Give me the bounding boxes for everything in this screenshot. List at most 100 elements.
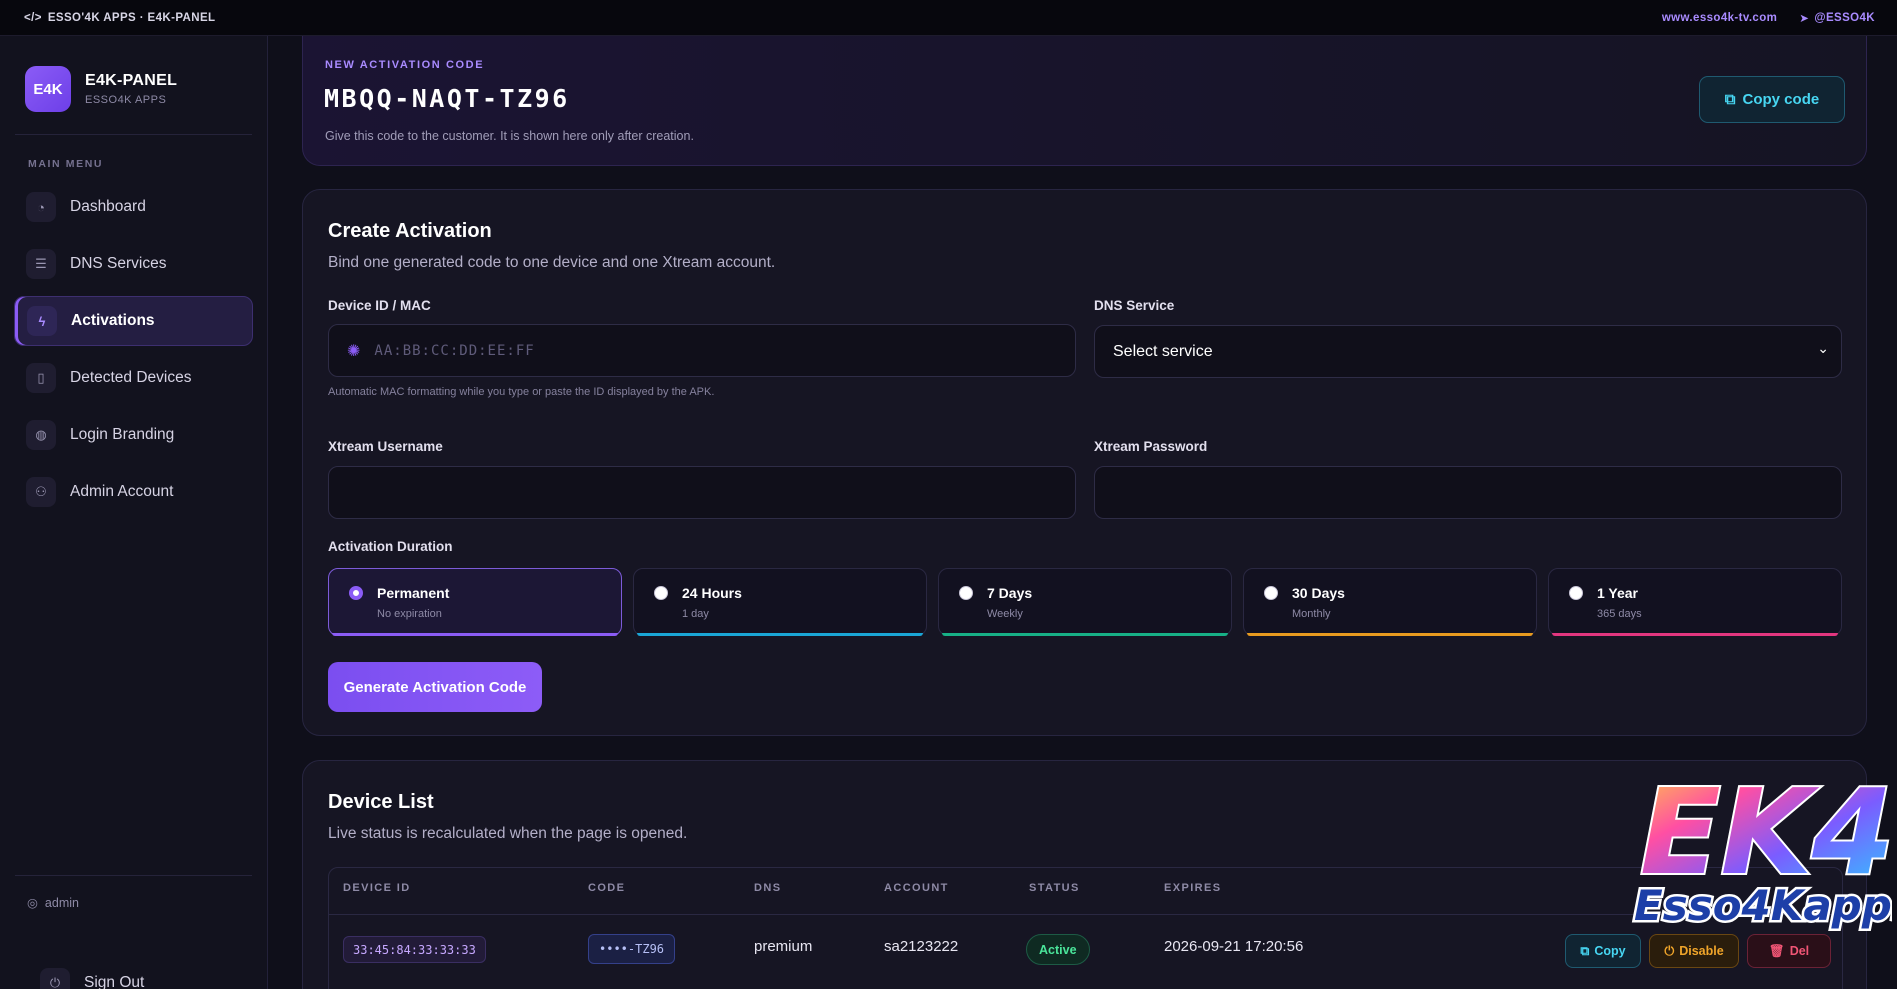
device-list-subtitle: Live status is recalculated when the pag… [328, 825, 688, 842]
sidebar-item-admin-account[interactable]: ⚇ Admin Account [14, 467, 253, 517]
bolt-icon: ϟ [27, 306, 57, 336]
device-id-placeholder: AA:BB:CC:DD:EE:FF [374, 342, 535, 359]
new-code-label: NEW ACTIVATION CODE [325, 59, 485, 71]
activation-code: MBQQ-NAQT-TZ96 [324, 84, 570, 113]
duration-title: 30 Days [1292, 585, 1345, 601]
sidebar-logo: E4K E4K-PANEL ESSO4K APPS [0, 36, 267, 112]
sidebar-item-label: Login Branding [70, 426, 175, 443]
telegram-link-text: @ESSO4K [1814, 11, 1875, 24]
duration-title: 7 Days [987, 585, 1033, 601]
column-header: EXPIRES [1164, 882, 1222, 894]
xtream-password-input[interactable] [1094, 466, 1842, 519]
copy-icon: ⧉ [1724, 91, 1736, 108]
logo-badge: E4K [25, 66, 71, 112]
website-link[interactable]: www.esso4k-tv.com [1662, 11, 1777, 25]
new-code-hint: Give this code to the customer. It is sh… [325, 129, 694, 143]
duration-option-7-days[interactable]: 7 Days Weekly [938, 568, 1232, 636]
radio-icon [654, 586, 668, 600]
fingerprint-icon: ✺ [347, 342, 361, 360]
duration-accent-bar [332, 633, 618, 636]
radio-icon [1264, 586, 1278, 600]
copy-code-button[interactable]: ⧉ Copy code [1699, 76, 1845, 123]
duration-sub: Monthly [1292, 608, 1331, 620]
sidebar-bottom-divider [15, 875, 252, 876]
logout-icon: ⏻ [40, 968, 70, 989]
duration-label: Activation Duration [328, 539, 453, 554]
duration-option-permanent[interactable]: Permanent No expiration [328, 568, 622, 636]
xtream-password-label: Xtream Password [1094, 439, 1208, 454]
main-menu: ◔ Dashboard ☰ DNS Services ϟ Activations… [0, 182, 267, 517]
user-circle-icon: ◎ [27, 896, 38, 910]
column-header: ACCOUNT [884, 882, 949, 894]
top-bar-brand: </> ESSO'4K APPS · E4K-PANEL [24, 12, 215, 24]
sidebar: E4K E4K-PANEL ESSO4K APPS MAIN MENU ◔ Da… [0, 36, 268, 989]
chevron-down-icon: ⌄ [1817, 340, 1829, 356]
logo-title: E4K-PANEL [85, 72, 178, 89]
dns-service-value: Select service [1113, 342, 1213, 360]
telegram-link[interactable]: ➤ @ESSO4K [1799, 11, 1875, 25]
device-id-input[interactable]: ✺ AA:BB:CC:DD:EE:FF [328, 324, 1076, 377]
duration-sub: 1 day [682, 608, 709, 620]
sidebar-item-label: Admin Account [70, 483, 174, 500]
radio-icon [1569, 586, 1583, 600]
generate-code-button[interactable]: Generate Activation Code [328, 662, 542, 712]
duration-title: 24 Hours [682, 585, 742, 601]
column-header: CODE [588, 882, 626, 894]
watermark-bottom-text: Esso4Kapps [1634, 881, 1892, 930]
sidebar-item-detected-devices[interactable]: ▯ Detected Devices [14, 353, 253, 403]
device-id-badge: 33:45:84:33:33:33 [343, 936, 486, 963]
duration-title: Permanent [377, 585, 450, 601]
column-header: STATUS [1029, 882, 1080, 894]
radio-selected-icon [349, 586, 363, 600]
device-id-help: Automatic MAC formatting while you type … [328, 386, 715, 398]
create-activation-title: Create Activation [328, 220, 492, 242]
sidebar-item-label: Activations [71, 312, 155, 329]
menu-title: MAIN MENU [28, 158, 104, 170]
send-icon: ➤ [1799, 12, 1810, 25]
sign-out-button[interactable]: ⏻ Sign Out [28, 958, 268, 989]
duration-sub: No expiration [377, 608, 442, 620]
duration-accent-bar [942, 633, 1228, 636]
status-badge: Active [1026, 934, 1090, 965]
duration-option-30-days[interactable]: 30 Days Monthly [1243, 568, 1537, 636]
dns-cell: premium [754, 938, 813, 955]
row-copy-label: Copy [1594, 944, 1626, 958]
sidebar-item-dashboard[interactable]: ◔ Dashboard [14, 182, 253, 232]
sidebar-item-label: Detected Devices [70, 369, 192, 386]
create-activation-subtitle: Bind one generated code to one device an… [328, 254, 776, 271]
code-badge: ••••-TZ96 [588, 934, 676, 964]
esso4kapps-watermark-logo: EK4 Esso4Kapps [1622, 748, 1897, 948]
device-id-label: Device ID / MAC [328, 298, 431, 313]
column-header: DNS [754, 882, 782, 894]
xtream-username-label: Xtream Username [328, 439, 443, 454]
radio-icon [959, 586, 973, 600]
create-activation-card: Create Activation Bind one generated cod… [302, 189, 1867, 736]
duration-title: 1 Year [1597, 585, 1639, 601]
table-header-divider [329, 914, 1842, 915]
device-table: DEVICE ID CODE DNS ACCOUNT STATUS EXPIRE… [328, 867, 1843, 989]
duration-accent-bar [637, 633, 923, 636]
copy-code-label: Copy code [1742, 91, 1820, 108]
sidebar-item-dns-services[interactable]: ☰ DNS Services [14, 239, 253, 289]
sign-out-label: Sign Out [84, 974, 145, 989]
xtream-username-input[interactable] [328, 466, 1076, 519]
top-bar-brand-text: ESSO'4K APPS · E4K-PANEL [47, 11, 216, 24]
dns-service-select[interactable]: Select service ⌄ [1094, 325, 1842, 378]
logo-subtitle: ESSO4K APPS [85, 94, 167, 106]
sidebar-item-login-branding[interactable]: ◍ Login Branding [14, 410, 253, 460]
user-gear-icon: ⚇ [26, 477, 56, 507]
expires-cell: 2026-09-21 17:20:56 [1164, 938, 1304, 955]
duration-sub: 365 days [1597, 608, 1642, 620]
sidebar-item-activations[interactable]: ϟ Activations [14, 296, 253, 346]
duration-accent-bar [1552, 633, 1838, 636]
watermark-svg: EK4 Esso4Kapps [1632, 761, 1897, 933]
duration-accent-bar [1247, 633, 1533, 636]
duration-option-24-hours[interactable]: 24 Hours 1 day [633, 568, 927, 636]
new-code-banner: NEW ACTIVATION CODE MBQQ-NAQT-TZ96 Give … [302, 36, 1867, 166]
device-list-title: Device List [328, 791, 434, 813]
top-bar: </> ESSO'4K APPS · E4K-PANEL www.esso4k-… [0, 0, 1897, 36]
duration-option-1-year[interactable]: 1 Year 365 days [1548, 568, 1842, 636]
dns-service-label: DNS Service [1094, 298, 1175, 313]
phone-icon: ▯ [26, 363, 56, 393]
current-user: ◎ admin [27, 895, 79, 911]
